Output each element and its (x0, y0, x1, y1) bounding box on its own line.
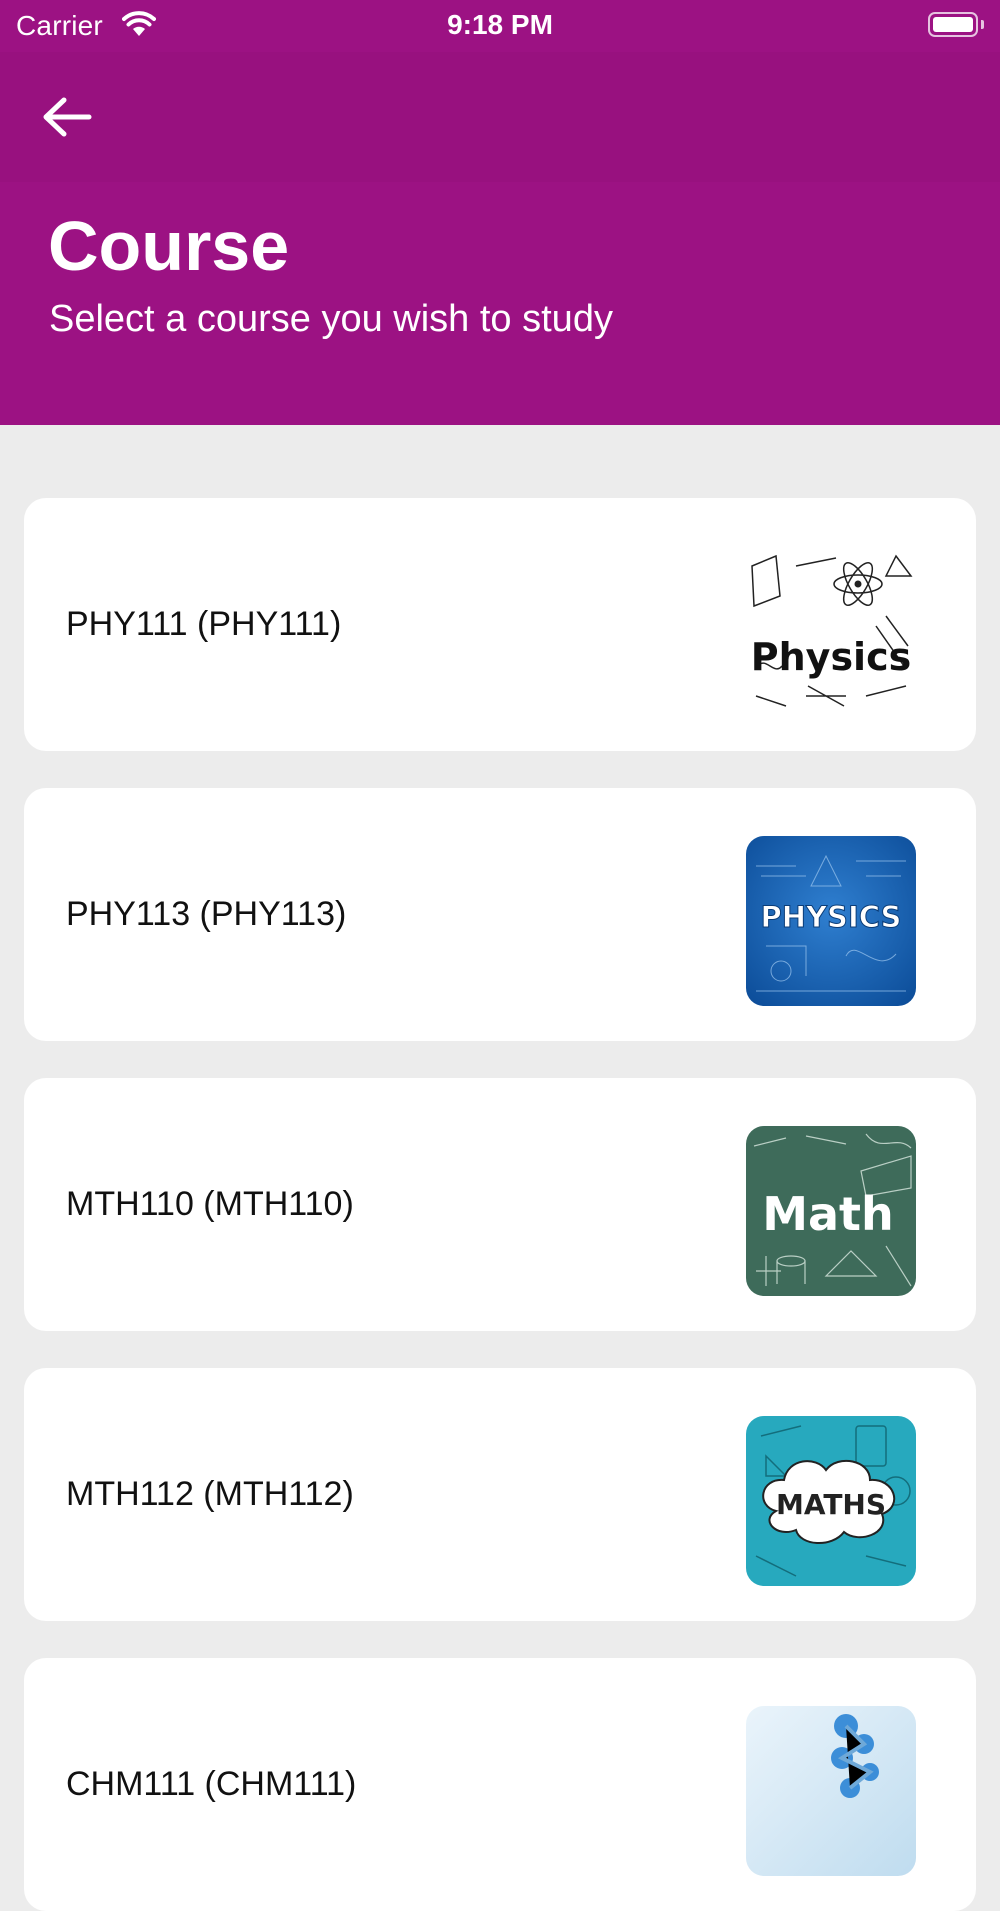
course-card-chm111[interactable]: CHM111 (CHM111) (24, 1658, 976, 1911)
physics-blue-image: PHYSICS (746, 836, 916, 1006)
thumbnail-text: Physics (751, 635, 911, 679)
course-card-mth110[interactable]: MTH110 (MTH110) Math (24, 1078, 976, 1331)
physics-sketch-image: Physics (746, 546, 916, 716)
course-card-mth112[interactable]: MTH112 (MTH112) MATHS (24, 1368, 976, 1621)
header: Carrier 9:18 PM Course Select a course y… (0, 0, 1000, 425)
thumbnail-text: Math (762, 1187, 894, 1241)
page-subtitle: Select a course you wish to study (49, 298, 613, 340)
battery-icon (928, 12, 978, 37)
status-bar: Carrier 9:18 PM (0, 0, 1000, 52)
course-card-phy111[interactable]: PHY111 (PHY111) Physics (24, 498, 976, 751)
thumbnail-text: PHYSICS (761, 900, 902, 934)
nav-bar (0, 52, 1000, 182)
arrow-left-icon (43, 97, 92, 137)
molecule-image (746, 1706, 916, 1876)
maths-cloud-image: MATHS (746, 1416, 916, 1586)
math-chalkboard-image: Math (746, 1126, 916, 1296)
thumbnail-text: MATHS (776, 1488, 886, 1521)
course-label: PHY113 (PHY113) (66, 895, 347, 933)
status-time: 9:18 PM (447, 9, 553, 40)
course-label: PHY111 (PHY111) (66, 605, 342, 643)
page-title: Course (48, 207, 290, 285)
battery-tip (981, 20, 984, 29)
course-label: MTH110 (MTH110) (66, 1185, 354, 1223)
course-card-phy113[interactable]: PHY113 (PHY113) PHYSICS (24, 788, 976, 1041)
back-button[interactable] (34, 84, 100, 150)
course-label: CHM111 (CHM111) (66, 1765, 357, 1803)
course-label: MTH112 (MTH112) (66, 1475, 354, 1513)
